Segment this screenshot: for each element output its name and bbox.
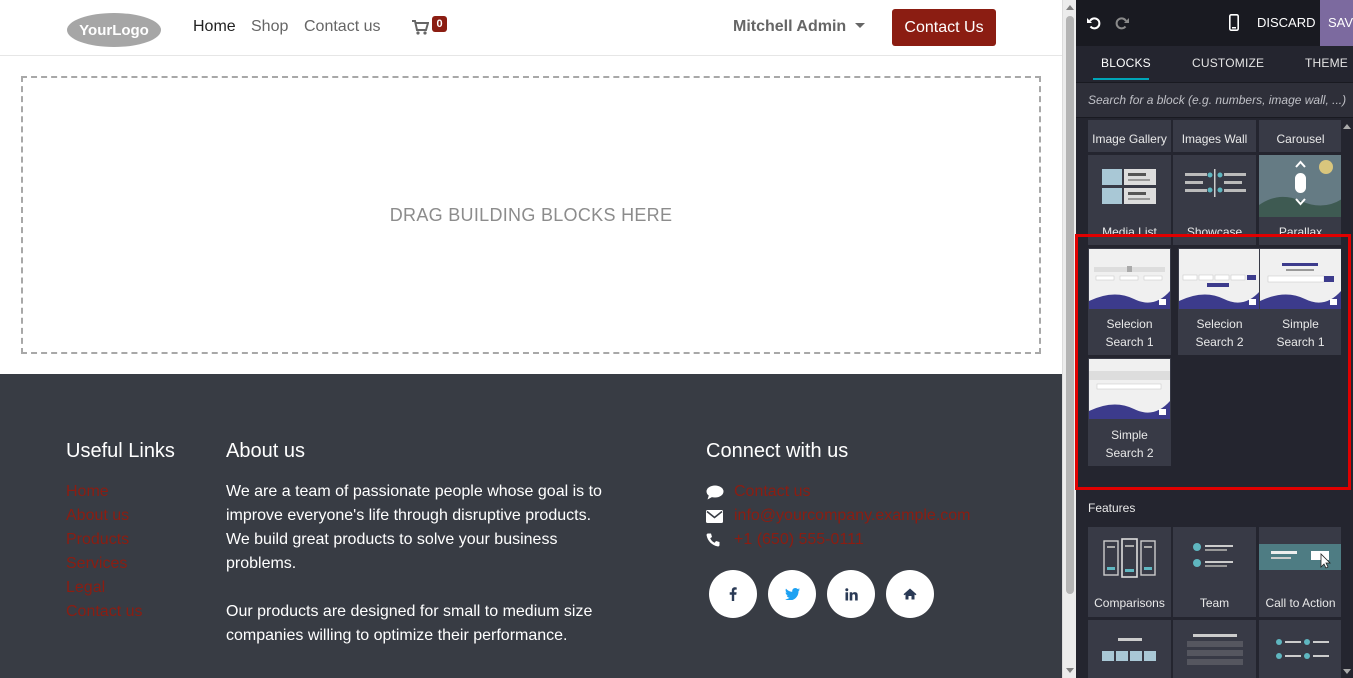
mobile-preview-icon[interactable]	[1229, 14, 1239, 31]
contact-item-text: Contact us	[734, 483, 811, 500]
user-name: Mitchell Admin	[733, 18, 847, 35]
chevron-down-icon	[855, 23, 866, 28]
editor-toolbar: DISCARD SAVE	[1076, 0, 1353, 46]
nav-contact-us[interactable]: Contact us	[304, 18, 380, 36]
nav-shop[interactable]: Shop	[251, 18, 288, 36]
scroll-down-icon[interactable]	[1343, 669, 1351, 674]
website-preview: YourLogo Home Shop Contact us 0 Mitchell…	[0, 0, 1062, 678]
block-carousel[interactable]: Carousel	[1259, 120, 1342, 152]
twitter-icon[interactable]	[768, 570, 816, 618]
annotation-highlight-box	[1075, 234, 1351, 490]
comment-icon	[706, 485, 734, 500]
site-footer: Useful Links Home About us Products Serv…	[0, 374, 1062, 678]
block-label: Images Wall	[1181, 132, 1248, 146]
useful-links-list: Home About us Products Services Legal Co…	[66, 480, 142, 624]
tab-theme[interactable]: THEME	[1305, 56, 1348, 70]
block-partial[interactable]	[1259, 620, 1342, 678]
connect-title: Connect with us	[706, 440, 849, 462]
footer-link-contact[interactable]: Contact us	[66, 600, 142, 624]
block-showcase[interactable]: Showcase	[1173, 155, 1256, 245]
block-parallax[interactable]: Parallax	[1259, 155, 1342, 245]
user-menu[interactable]: Mitchell Admin	[733, 18, 866, 36]
page-scrollbar[interactable]	[1062, 0, 1076, 678]
undo-icon[interactable]	[1086, 15, 1102, 31]
block-media-list[interactable]: Media List	[1088, 155, 1171, 245]
block-label: Comparisons	[1094, 596, 1165, 610]
parallax-thumbnail	[1259, 155, 1342, 217]
footer-link-services[interactable]: Services	[66, 552, 142, 576]
cart-count-badge: 0	[432, 16, 447, 32]
scroll-down-icon[interactable]	[1066, 668, 1074, 673]
drop-zone[interactable]: DRAG BUILDING BLOCKS HERE	[21, 76, 1041, 354]
scrollbar-thumb[interactable]	[1066, 16, 1074, 594]
contact-item-text: +1 (650) 555-0111	[734, 531, 864, 548]
block-thumbnail	[1187, 634, 1243, 665]
block-label: Team	[1199, 596, 1230, 610]
footer-link-products[interactable]: Products	[66, 528, 142, 552]
logo-text: YourLogo	[79, 22, 149, 39]
block-search	[1076, 82, 1353, 118]
footer-link-home[interactable]: Home	[66, 480, 142, 504]
block-search-input[interactable]	[1076, 83, 1353, 117]
call-to-action-thumbnail	[1259, 544, 1342, 570]
facebook-icon[interactable]	[709, 570, 757, 618]
save-button[interactable]: SAVE	[1320, 0, 1353, 46]
site-header: YourLogo Home Shop Contact us 0 Mitchell…	[0, 0, 1062, 56]
about-paragraph-1: We are a team of passionate people whose…	[226, 483, 602, 572]
about-title: About us	[226, 440, 305, 462]
comparisons-thumbnail	[1103, 538, 1156, 578]
useful-links-title: Useful Links	[66, 440, 175, 462]
discard-button[interactable]: DISCARD	[1257, 0, 1316, 46]
cart-icon	[412, 20, 429, 35]
tab-blocks[interactable]: BLOCKS	[1101, 56, 1151, 70]
logo[interactable]: YourLogo	[66, 12, 162, 48]
features-section-title: Features	[1088, 501, 1136, 515]
phone-icon	[706, 533, 734, 547]
block-image-gallery[interactable]: Image Gallery	[1088, 120, 1171, 152]
block-thumbnail	[1276, 639, 1329, 659]
home-icon[interactable]	[886, 570, 934, 618]
block-images-wall[interactable]: Images Wall	[1173, 120, 1256, 152]
block-call-to-action[interactable]: Call to Action	[1259, 527, 1342, 617]
showcase-thumbnail	[1185, 169, 1246, 197]
redo-icon[interactable]	[1114, 15, 1130, 31]
about-text: We are a team of passionate people whose…	[226, 480, 606, 648]
drop-zone-text: DRAG BUILDING BLOCKS HERE	[389, 204, 673, 225]
block-label: Carousel	[1276, 132, 1325, 146]
envelope-icon	[706, 509, 734, 523]
footer-link-about[interactable]: About us	[66, 504, 142, 528]
contact-item[interactable]: +1 (650) 555-0111	[706, 528, 971, 552]
contact-item-text: info@yourcompany.example.com	[734, 507, 971, 524]
active-tab-indicator	[1093, 78, 1149, 80]
linkedin-icon[interactable]	[827, 570, 875, 618]
about-paragraph-2: Our products are designed for small to m…	[226, 603, 593, 644]
team-thumbnail	[1193, 543, 1233, 567]
media-list-thumbnail	[1102, 169, 1156, 204]
block-comparisons[interactable]: Comparisons	[1088, 527, 1171, 617]
social-links	[709, 570, 934, 618]
block-label: Image Gallery	[1092, 132, 1167, 146]
block-label: Call to Action	[1265, 596, 1336, 610]
block-team[interactable]: Team	[1173, 527, 1256, 617]
block-partial[interactable]	[1173, 620, 1256, 678]
cart-link[interactable]: 0	[412, 16, 452, 40]
block-partial[interactable]	[1088, 620, 1171, 678]
editor-tabs: BLOCKS CUSTOMIZE THEME	[1076, 46, 1353, 82]
contact-item[interactable]: Contact us	[706, 480, 971, 504]
tab-customize[interactable]: CUSTOMIZE	[1192, 56, 1264, 70]
scroll-up-icon[interactable]	[1343, 124, 1351, 129]
contact-us-button[interactable]: Contact Us	[892, 9, 996, 46]
nav-home[interactable]: Home	[193, 18, 236, 36]
contact-list: Contact us info@yourcompany.example.com …	[706, 480, 971, 552]
block-thumbnail	[1102, 638, 1156, 661]
footer-link-legal[interactable]: Legal	[66, 576, 142, 600]
contact-item[interactable]: info@yourcompany.example.com	[706, 504, 971, 528]
scroll-up-icon[interactable]	[1066, 5, 1074, 10]
